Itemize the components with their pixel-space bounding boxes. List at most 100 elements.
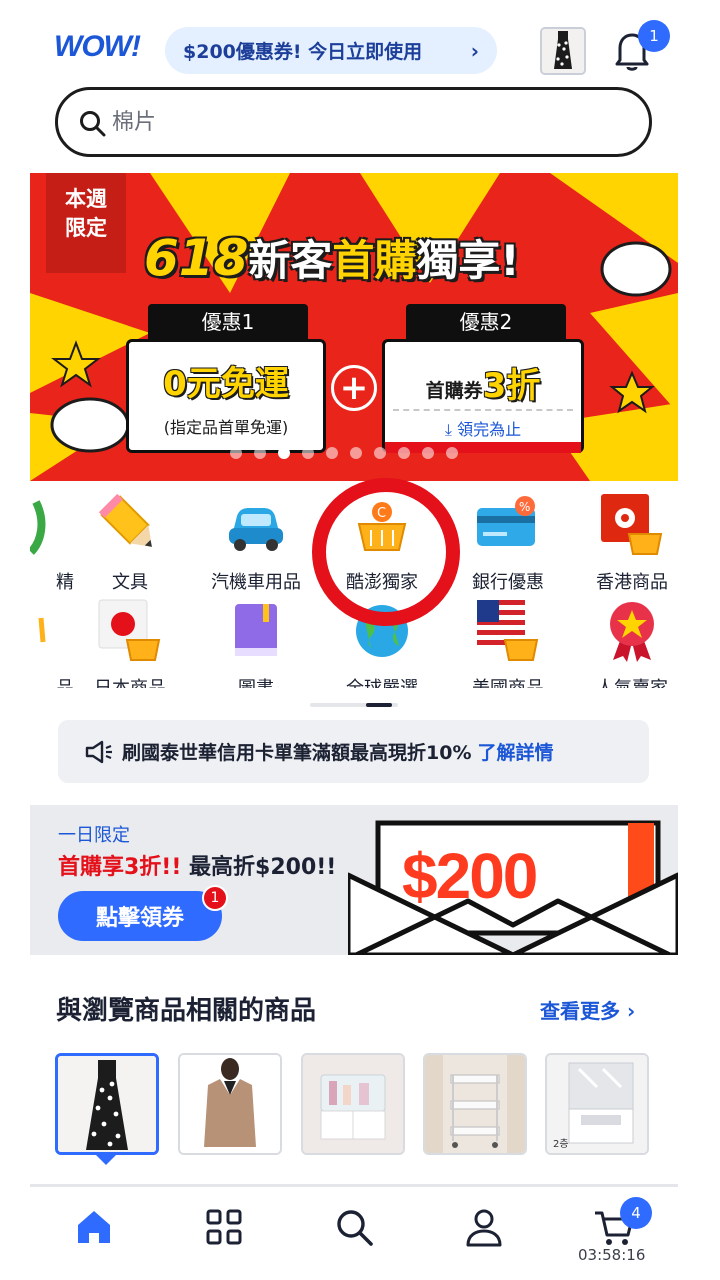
floral-dress-image — [58, 1056, 156, 1152]
rolling-cart-image — [425, 1055, 525, 1153]
category-japan[interactable]: 日本商品 — [70, 598, 190, 688]
category-label: 圖書 — [196, 674, 316, 688]
carousel-dot[interactable] — [422, 447, 434, 459]
offer2-tab: 優惠2 — [406, 304, 566, 340]
claim-coupon-badge: 1 — [202, 885, 228, 911]
carousel-dot[interactable] — [446, 447, 458, 459]
category-auto[interactable]: 汽機車用品 — [196, 492, 316, 594]
related-item-storage-drawer[interactable]: 2층 — [545, 1053, 649, 1155]
carousel-dots — [230, 447, 458, 459]
offer2-prefix: 首購券 — [425, 380, 483, 402]
us-flag-icon — [475, 598, 541, 664]
carousel-dot[interactable] — [230, 447, 242, 459]
view-more-link[interactable]: 查看更多 › — [540, 995, 635, 1024]
nav-home[interactable] — [72, 1205, 116, 1249]
promo-text: $200優惠券! 今日立即使用 — [183, 41, 423, 63]
offer1-card: 0元免運 (指定品首單免運) — [126, 339, 326, 453]
category-label: 文具 — [112, 572, 148, 593]
carousel-dot[interactable] — [254, 447, 266, 459]
category-label: 品 — [30, 674, 74, 688]
chevron-right-icon: › — [470, 39, 479, 63]
category-books[interactable]: 圖書 — [196, 598, 316, 688]
search-icon — [80, 111, 106, 137]
nav-search[interactable] — [332, 1205, 376, 1249]
beige-blazer-image — [180, 1055, 280, 1153]
related-item-beige-blazer[interactable] — [178, 1053, 282, 1155]
category-label: 美國商品 — [448, 674, 568, 688]
nav-categories[interactable] — [202, 1205, 246, 1249]
coupon-headline: 首購享3折!! 最高折$200!! — [58, 849, 336, 881]
offer2-divider — [393, 409, 573, 411]
selected-item-caret — [94, 1153, 118, 1165]
tag-line-2: 限定 — [65, 216, 107, 240]
category-hong-kong[interactable]: 香港商品 — [572, 492, 678, 594]
coupon-headline-rest: 最高折$200!! — [181, 855, 337, 880]
megaphone-icon — [85, 740, 112, 763]
offer2-main: 3折 — [482, 366, 541, 406]
category-label: 汽機車用品 — [211, 572, 301, 593]
download-icon: ⤓ — [444, 420, 452, 439]
related-item-cosmetic-organizer[interactable] — [301, 1053, 405, 1155]
category-label: 全球嚴選 — [322, 674, 442, 688]
search-icon — [337, 1210, 373, 1246]
category-usa[interactable]: 美國商品 — [448, 598, 568, 688]
storage-drawer-badge: 2층 — [553, 1138, 569, 1150]
related-item-rolling-cart[interactable] — [423, 1053, 527, 1155]
category-partial[interactable]: 品 — [30, 598, 74, 688]
pencil-icon — [97, 492, 163, 558]
category-label: 銀行優惠 — [472, 572, 544, 593]
bank-promo-notice[interactable]: 刷國泰世華信用卡單筆滿額最高現折10% 了解詳情 — [58, 720, 649, 783]
category-scroll-indicator — [310, 703, 398, 707]
carousel-dot[interactable] — [350, 447, 362, 459]
category-popular-sellers[interactable]: 人氣賣家 — [572, 598, 678, 688]
promo-coupon-pill[interactable]: $200優惠券! 今日立即使用 › — [165, 27, 497, 74]
offer1-main: 0元免運 — [163, 364, 289, 404]
notice-learn-more-link[interactable]: 了解詳情 — [477, 738, 553, 765]
coupon-limited-label: 一日限定 — [58, 825, 130, 846]
partial-icon — [30, 598, 47, 664]
nav-account[interactable] — [462, 1205, 506, 1249]
category-fresh[interactable]: 精 — [30, 492, 74, 594]
headline-part-c: 獨享! — [416, 236, 520, 285]
headline-part-a: 新客 — [248, 236, 333, 285]
award-icon — [599, 598, 665, 664]
category-label: 精 — [56, 572, 74, 593]
countdown-timer: 03:58:16 — [578, 1246, 646, 1264]
offer2-claim[interactable]: ⤓ 領完為止 — [385, 416, 581, 440]
promo-banner-carousel[interactable]: 本週 限定 618新客首購獨享! 優惠1 0元免運 (指定品首單免運) + 優惠… — [30, 173, 678, 481]
coupon-headline-red: 首購享3折!! — [58, 855, 182, 880]
weekly-limited-tag: 本週 限定 — [46, 173, 126, 273]
carousel-dot[interactable] — [326, 447, 338, 459]
carousel-dot[interactable] — [374, 447, 386, 459]
dress-thumbnail-image — [542, 29, 584, 73]
banner-headline: 618新客首購獨享! — [144, 227, 520, 288]
search-input[interactable] — [112, 104, 612, 140]
storage-drawer-image: 2층 — [547, 1055, 647, 1153]
book-icon — [223, 598, 289, 664]
offer1-sub: (指定品首單免運) — [163, 418, 289, 437]
claim-coupon-button[interactable]: 點擊領券 — [58, 891, 222, 941]
carousel-dot[interactable] — [398, 447, 410, 459]
category-stationery[interactable]: 文具 — [70, 492, 190, 594]
headline-part-b: 首購 — [332, 236, 417, 285]
search-bar[interactable] — [55, 87, 652, 157]
category-label: 日本商品 — [70, 674, 190, 688]
coupon-banner[interactable]: 一日限定 首購享3折!! 最高折$200!! 點擊領券 1 $200 — [30, 805, 678, 955]
headline-618: 618 — [144, 229, 249, 287]
coupon-amount: $200 — [402, 840, 538, 912]
offer2-card: 首購券3折 ⤓ 領完為止 — [382, 339, 584, 453]
tag-line-1: 本週 — [65, 187, 107, 211]
wow-logo[interactable]: WOW! — [54, 30, 141, 64]
plus-icon: + — [331, 365, 377, 411]
category-bank-offers[interactable]: % 銀行優惠 — [448, 492, 568, 594]
carousel-dot[interactable] — [278, 447, 290, 459]
grid-icon — [206, 1209, 242, 1245]
offer2-headline: 首購券3折 — [385, 358, 581, 407]
offer1-tab: 優惠1 — [148, 304, 308, 340]
carousel-dot[interactable] — [302, 447, 314, 459]
user-icon — [466, 1209, 502, 1247]
related-item-floral-dress[interactable] — [55, 1053, 159, 1155]
scroll-thumb — [366, 703, 392, 707]
recently-viewed-thumbnail[interactable] — [540, 27, 586, 75]
view-more-label: 查看更多 — [540, 999, 620, 1023]
